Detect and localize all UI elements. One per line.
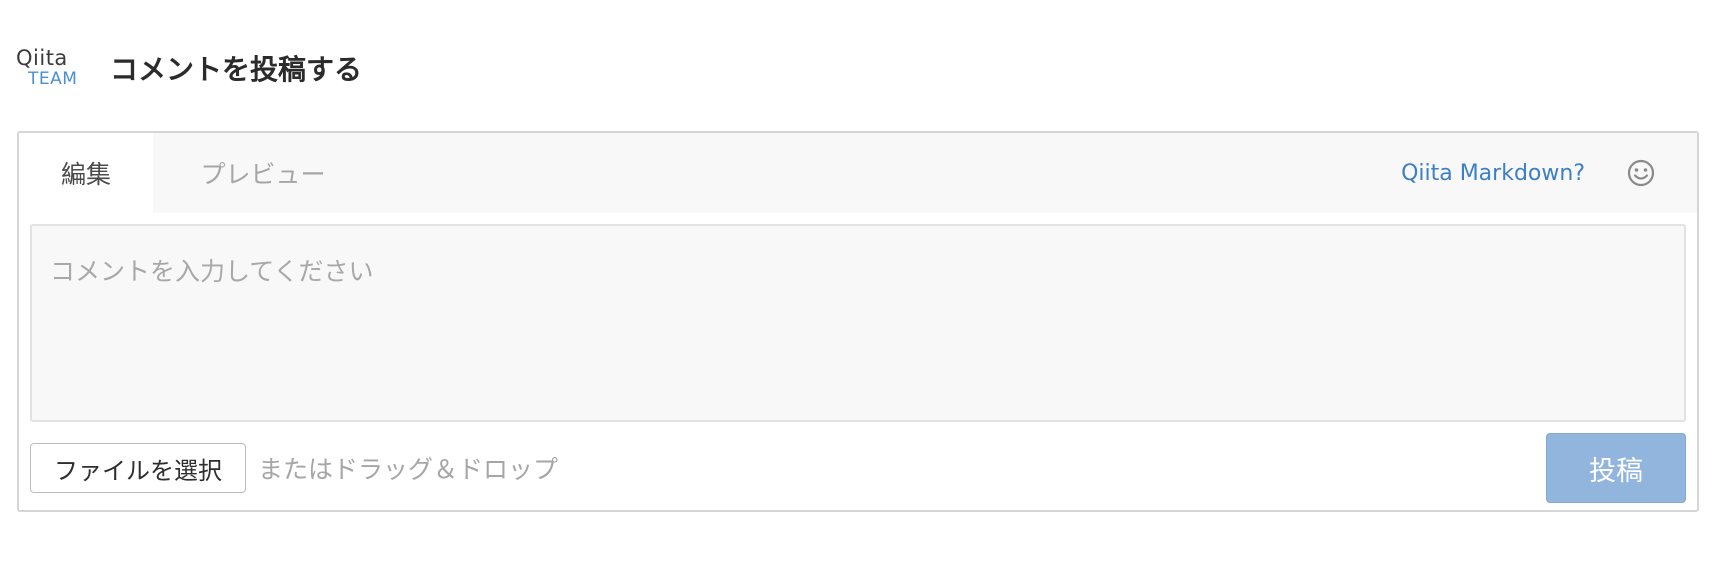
editor-tab-bar: 編集 プレビュー Qiita Markdown?: [19, 133, 1697, 213]
tab-preview[interactable]: プレビュー: [153, 133, 373, 213]
logo-text-team: TEAM: [28, 69, 78, 89]
editor-footer: ファイルを選択 またはドラッグ＆ドロップ 投稿: [30, 433, 1686, 503]
drag-drop-hint: またはドラッグ＆ドロップ: [258, 455, 559, 484]
logo-text-qiita: Qiita: [16, 46, 68, 70]
comment-textarea[interactable]: コメントを入力してください: [30, 224, 1686, 422]
comment-editor: 編集 プレビュー Qiita Markdown? コメントを入力してください フ…: [17, 131, 1699, 512]
qiita-team-logo: Qiita TEAM: [16, 40, 82, 96]
smiley-face-icon[interactable]: [1625, 157, 1657, 189]
submit-comment-button[interactable]: 投稿: [1546, 433, 1686, 503]
tab-edit[interactable]: 編集: [19, 133, 153, 213]
comment-header: Qiita TEAM コメントを投稿する: [16, 40, 362, 96]
comment-page: Qiita TEAM コメントを投稿する 編集 プレビュー Qiita Mark…: [0, 0, 1718, 572]
qiita-markdown-help-link[interactable]: Qiita Markdown?: [1401, 133, 1585, 213]
page-title: コメントを投稿する: [110, 53, 363, 86]
comment-placeholder: コメントを入力してください: [50, 257, 374, 286]
choose-file-button[interactable]: ファイルを選択: [30, 443, 246, 493]
